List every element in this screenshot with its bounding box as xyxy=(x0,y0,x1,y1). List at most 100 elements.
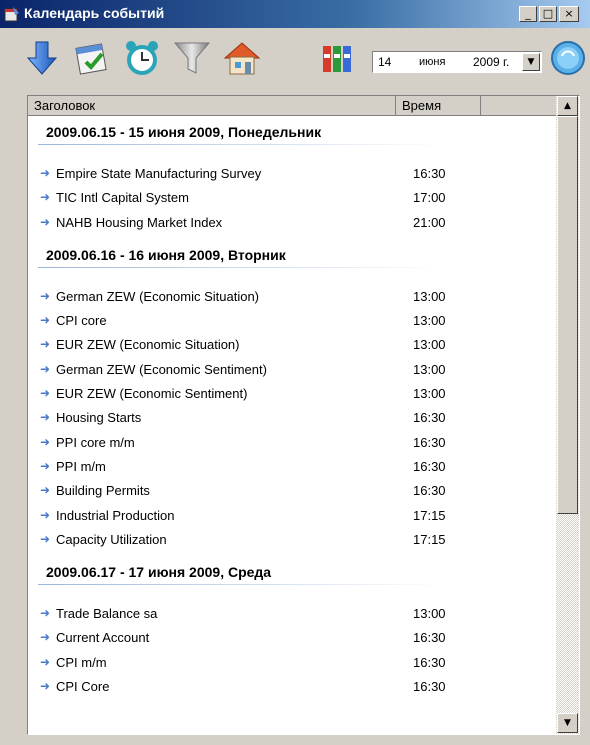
alarm-clock-icon[interactable] xyxy=(122,38,162,78)
event-time: 13:00 xyxy=(413,606,446,622)
scroll-up-button[interactable]: ▲ xyxy=(557,96,578,116)
event-time: 16:30 xyxy=(413,458,446,474)
event-time: 13:00 xyxy=(413,337,446,353)
arrow-right-icon: ➜ xyxy=(40,483,51,498)
event-time: 16:30 xyxy=(413,483,446,499)
event-name: Empire State Manufacturing Survey xyxy=(56,166,262,181)
event-time: 16:30 xyxy=(413,654,446,670)
home-icon[interactable] xyxy=(222,38,262,78)
event-row[interactable]: ➜ German ZEW (Economic Sentiment) 13:00 xyxy=(28,358,556,382)
event-time: 21:00 xyxy=(413,214,446,230)
download-arrow-icon[interactable] xyxy=(22,38,62,78)
column-header-spacer xyxy=(481,96,556,116)
arrow-right-icon: ➜ xyxy=(40,531,51,546)
event-time: 17:15 xyxy=(413,531,446,547)
event-row[interactable]: ➜ Empire State Manufacturing Survey 16:30 xyxy=(28,162,556,186)
filter-funnel-icon[interactable] xyxy=(172,38,212,78)
event-name: CPI core xyxy=(56,313,107,329)
calendar-check-icon[interactable] xyxy=(72,38,112,78)
dropdown-arrow-icon[interactable]: ▼ xyxy=(522,53,540,71)
event-row[interactable]: ➜ NAHB Housing Market Index 21:00 xyxy=(28,211,556,235)
event-row[interactable]: ➜ EUR ZEW (Economic Sentiment) 13:00 xyxy=(28,382,556,406)
vertical-scrollbar[interactable]: ▲ ▼ xyxy=(556,96,579,734)
date-group-title: 2009.06.16 - 16 июня 2009, Вторник xyxy=(46,246,286,263)
date-group-header: 2009.06.16 - 16 июня 2009, Вторник xyxy=(28,239,556,273)
minimize-button[interactable]: _ xyxy=(519,6,537,22)
event-name: Trade Balance sa xyxy=(56,606,158,622)
arrow-right-icon: ➜ xyxy=(40,630,51,645)
scroll-thumb[interactable] xyxy=(557,116,578,514)
event-row[interactable]: ➜ Current Account 16:30 xyxy=(28,626,556,650)
globe-refresh-icon[interactable] xyxy=(550,40,586,76)
arrow-right-icon: ➜ xyxy=(40,410,51,425)
event-row[interactable]: ➜ CPI Core 16:30 xyxy=(28,675,556,699)
arrow-right-icon: ➜ xyxy=(40,337,51,352)
event-name: Current Account xyxy=(56,630,150,646)
arrow-right-icon: ➜ xyxy=(40,288,51,303)
date-group-title: 2009.06.17 - 17 июня 2009, Среда xyxy=(46,564,272,581)
event-row[interactable]: ➜ CPI core 13:00 xyxy=(28,309,556,333)
event-time: 16:30 xyxy=(413,630,446,646)
maximize-button[interactable]: □ xyxy=(539,6,557,22)
column-header-time[interactable]: Время xyxy=(396,96,481,116)
event-name: German ZEW (Economic Sentiment) xyxy=(56,361,267,377)
arrow-right-icon: ➜ xyxy=(40,214,51,229)
date-picker[interactable]: 14 июня 2009 г. ▼ xyxy=(372,51,542,73)
event-time: 16:30 xyxy=(413,434,446,450)
event-row[interactable]: ➜ Trade Balance sa 13:00 xyxy=(28,602,556,626)
event-time: 16:30 xyxy=(413,410,446,426)
binders-icon[interactable] xyxy=(322,40,352,76)
date-year: 2009 г. xyxy=(473,55,510,69)
window-title: Календарь событий xyxy=(24,5,165,21)
arrow-right-icon: ➜ xyxy=(40,654,51,669)
arrow-right-icon: ➜ xyxy=(40,434,51,449)
column-header-title[interactable]: Заголовок xyxy=(28,96,396,116)
event-row[interactable]: ➜ PPI m/m 16:30 xyxy=(28,455,556,479)
arrow-right-icon: ➜ xyxy=(40,190,51,205)
date-group-header: 2009.06.17 - 17 июня 2009, Среда xyxy=(28,556,556,590)
event-row[interactable]: ➜ Industrial Production 17:15 xyxy=(28,504,556,528)
event-time: 13:00 xyxy=(413,313,446,329)
event-row[interactable]: ➜ CPI m/m 16:30 xyxy=(28,651,556,675)
title-bar: Календарь событий _ □ × xyxy=(0,0,590,28)
event-name: EUR ZEW (Economic Sentiment) xyxy=(56,386,248,402)
event-time: 13:00 xyxy=(413,386,446,402)
event-row[interactable]: ➜ TIC Intl Capital System 17:00 xyxy=(28,186,556,210)
event-name: PPI m/m xyxy=(56,458,106,474)
arrow-right-icon: ➜ xyxy=(40,166,51,180)
event-name: TIC Intl Capital System xyxy=(56,190,189,206)
date-group-title: 2009.06.15 - 15 июня 2009, Понедельник xyxy=(46,124,322,140)
arrow-right-icon: ➜ xyxy=(40,507,51,522)
scroll-down-button[interactable]: ▼ xyxy=(557,713,578,733)
date-group-header: 2009.06.15 - 15 июня 2009, Понедельник xyxy=(28,116,556,150)
event-time: 17:00 xyxy=(413,190,446,206)
event-name: EUR ZEW (Economic Situation) xyxy=(56,337,240,353)
event-time: 17:15 xyxy=(413,507,446,523)
event-name: Housing Starts xyxy=(56,410,142,426)
group-divider xyxy=(38,584,446,586)
event-name: PPI core m/m xyxy=(56,434,135,450)
list-header: Заголовок Время xyxy=(28,96,556,116)
event-time: 16:30 xyxy=(413,166,446,181)
close-button[interactable]: × xyxy=(559,6,579,22)
event-name: Building Permits xyxy=(56,483,150,499)
event-name: CPI Core xyxy=(56,679,110,695)
event-name: German ZEW (Economic Situation) xyxy=(56,288,260,304)
events-list: Заголовок Время 2009.06.15 - 15 июня 200… xyxy=(27,95,580,735)
event-row[interactable]: ➜ German ZEW (Economic Situation) 13:00 xyxy=(28,285,556,309)
event-row[interactable]: ➜ Capacity Utilization 17:15 xyxy=(28,528,556,552)
event-row[interactable]: ➜ PPI core m/m 16:30 xyxy=(28,431,556,455)
event-row[interactable]: ➜ EUR ZEW (Economic Situation) 13:00 xyxy=(28,333,556,357)
event-name: Capacity Utilization xyxy=(56,531,167,547)
date-month: июня xyxy=(419,56,446,68)
group-divider xyxy=(38,266,446,268)
arrow-right-icon: ➜ xyxy=(40,458,51,473)
event-row[interactable]: ➜ Housing Starts 16:30 xyxy=(28,406,556,430)
list-rows: 2009.06.15 - 15 июня 2009, Понедельник ➜ E… xyxy=(28,116,556,703)
event-row[interactable]: ➜ Building Permits 16:30 xyxy=(28,479,556,503)
event-name: Industrial Production xyxy=(56,507,175,523)
